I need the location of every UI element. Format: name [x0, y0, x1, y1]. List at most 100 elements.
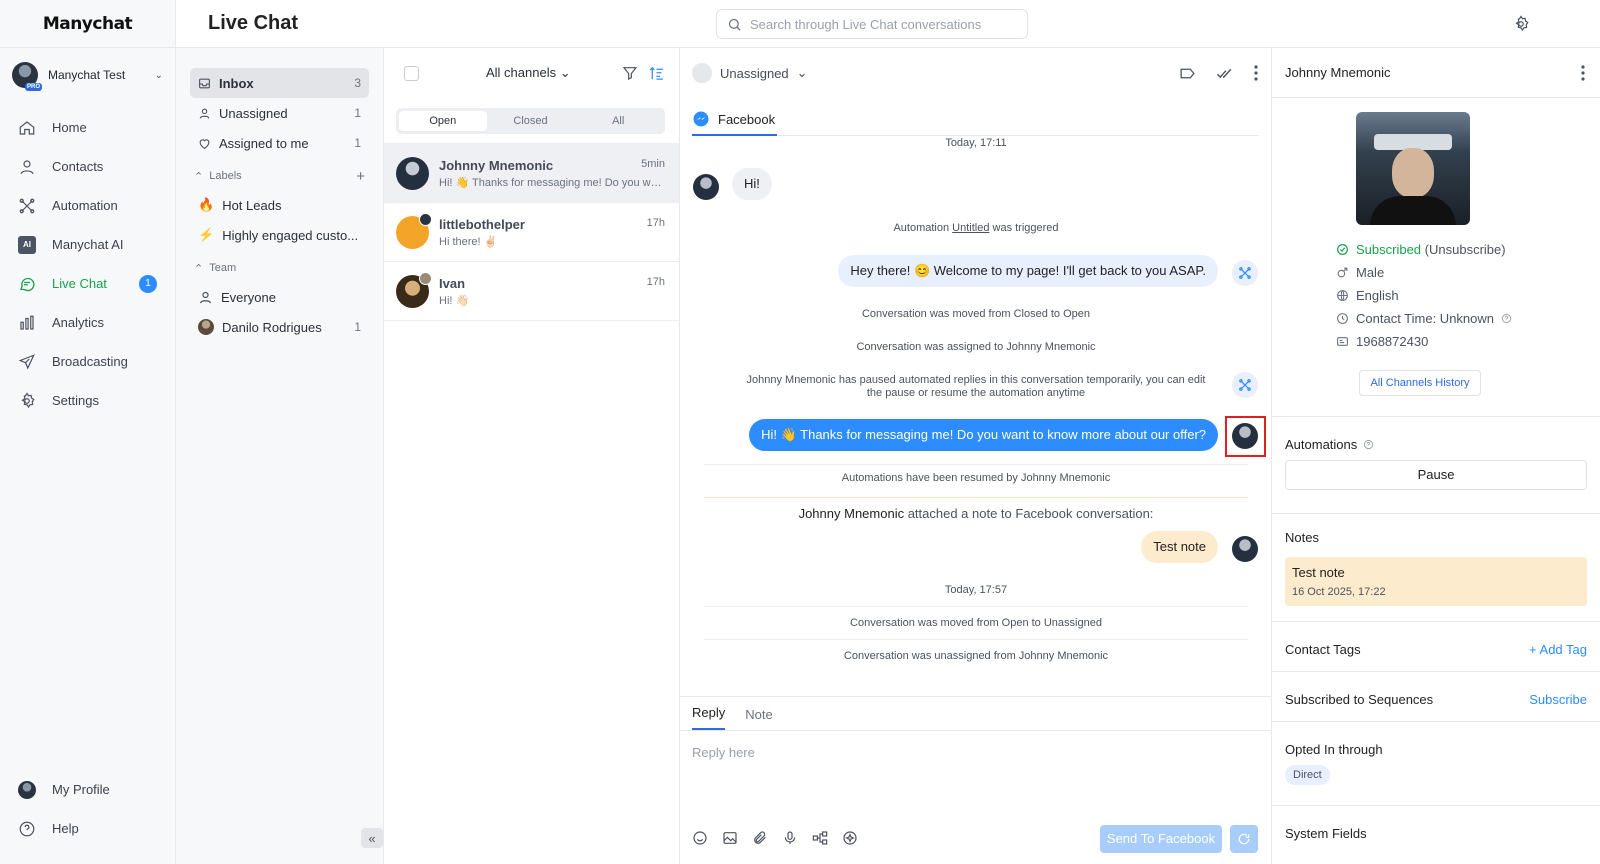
chevron-down-icon: ⌄: [796, 65, 808, 80]
segment-all[interactable]: All: [574, 111, 662, 131]
account-name: Manychat Test: [48, 68, 126, 82]
note-card[interactable]: Test note 16 Oct 2025, 17:22: [1285, 557, 1587, 606]
sort-icon[interactable]: [648, 65, 665, 82]
tab-reply[interactable]: Reply: [692, 705, 726, 730]
assignee-dropdown[interactable]: Unassigned ⌄: [692, 63, 808, 83]
folder-unassigned[interactable]: Unassigned 1: [190, 98, 369, 128]
add-tag-button[interactable]: + Add Tag: [1529, 642, 1587, 657]
checkmark-done-icon[interactable]: [1216, 65, 1233, 82]
nav-home-label: Home: [52, 120, 87, 135]
brand-logo[interactable]: Manychat: [0, 0, 175, 48]
nav-manychat-ai[interactable]: AI Manychat AI: [0, 225, 175, 264]
label-highly-engaged[interactable]: ⚡ Highly engaged custo...: [190, 220, 369, 250]
conversation-item[interactable]: littlebothelper 17h Hi there! ✌🏻: [384, 203, 679, 262]
nav-settings[interactable]: Settings: [0, 381, 175, 420]
attachment-icon[interactable]: [752, 830, 768, 846]
emoji-icon[interactable]: [692, 830, 708, 846]
gender-value: Male: [1356, 265, 1385, 280]
unsubscribe-link[interactable]: (Unsubscribe): [1425, 242, 1506, 257]
reply-input[interactable]: Reply here: [692, 745, 755, 760]
send-options-button[interactable]: [1230, 825, 1258, 853]
flow-icon[interactable]: [812, 830, 828, 846]
filter-icon[interactable]: [622, 65, 638, 81]
sys-text: the pause or resume the automation anyti…: [866, 387, 1086, 399]
folder-inbox[interactable]: Inbox 3: [190, 68, 369, 98]
settings-icon: [21, 391, 35, 408]
subscribe-sequence-button[interactable]: Subscribe: [1529, 692, 1587, 707]
inbox-folders: Inbox 3 Unassigned 1 Assigned to me 1 ⌃ …: [176, 48, 384, 864]
automation-link[interactable]: Untitled: [952, 222, 989, 234]
ai-icon: AI: [18, 235, 36, 254]
nav-home[interactable]: Home: [0, 108, 175, 147]
sequences-section: Subscribed to Sequences Subscribe: [1272, 671, 1600, 721]
assignee-mini-avatar: [419, 212, 432, 226]
select-all-checkbox[interactable]: [404, 65, 419, 81]
channel-tabs: Facebook: [692, 104, 1259, 136]
sys-text: was triggered: [989, 222, 1059, 234]
nav-automation[interactable]: Automation: [0, 186, 175, 225]
nav-help[interactable]: Help: [0, 809, 175, 848]
system-fields-title: System Fields: [1285, 826, 1367, 841]
team-danilo-rodrigues[interactable]: Danilo Rodrigues 1: [190, 312, 369, 342]
microphone-icon[interactable]: [782, 830, 798, 846]
folder-assigned-to-me[interactable]: Assigned to me 1: [190, 128, 369, 158]
collapse-sidebar-button[interactable]: «: [361, 828, 383, 848]
outgoing-message: Hi! 👋 Thanks for messaging me! Do you wa…: [749, 419, 1218, 451]
assignee-label: Unassigned: [720, 65, 789, 81]
agent-avatar: [1232, 536, 1258, 562]
chevron-down-icon: ⌄: [154, 69, 163, 81]
all-channels-history-button[interactable]: All Channels History: [1359, 370, 1481, 396]
folder-assigned-label: Assigned to me: [219, 135, 309, 151]
conversation-preview: Hi! 👋 Thanks for messaging me! Do you wa…: [439, 176, 665, 189]
main-sidebar: Manychat PRO Manychat Test ⌄ Home Contac…: [0, 0, 176, 864]
nav-manychat-ai-label: Manychat AI: [52, 237, 124, 252]
automations-section: Automations Pause: [1272, 416, 1600, 504]
label-tag-icon[interactable]: [1179, 65, 1196, 82]
add-label-icon[interactable]: +: [356, 168, 365, 185]
help-circle-icon[interactable]: [1363, 439, 1374, 450]
help-circle-icon[interactable]: [1501, 313, 1512, 324]
segment-closed[interactable]: Closed: [487, 111, 575, 131]
label-hot-leads[interactable]: 🔥 Hot Leads: [190, 190, 369, 220]
nav-analytics[interactable]: Analytics: [0, 303, 175, 342]
conversation-item[interactable]: Johnny Mnemonic 5min Hi! 👋 Thanks for mes…: [384, 144, 679, 203]
account-switcher[interactable]: PRO Manychat Test ⌄: [0, 48, 175, 98]
gender-row: Male: [1336, 261, 1512, 284]
contact-id-value: 1968872430: [1356, 334, 1429, 349]
nav-broadcasting[interactable]: Broadcasting: [0, 342, 175, 381]
contacts-icon: [20, 159, 34, 174]
send-button[interactable]: Send To Facebook: [1100, 825, 1222, 853]
gear-icon[interactable]: [1512, 15, 1530, 33]
refresh-icon: [1238, 833, 1250, 845]
channels-dropdown[interactable]: All channels ⌄: [486, 65, 571, 81]
labels-section-header[interactable]: ⌃ Labels +: [190, 162, 369, 190]
subscribed-label: Subscribed: [1356, 242, 1422, 257]
chevron-up-icon: ⌃: [194, 170, 204, 183]
team-section-header[interactable]: ⌃ Team: [190, 254, 369, 282]
team-member-avatar: [198, 319, 214, 335]
tab-facebook[interactable]: Facebook: [692, 104, 778, 136]
pause-automation-button[interactable]: Pause: [1285, 460, 1587, 490]
more-vertical-icon[interactable]: [1253, 65, 1259, 81]
ai-sparkle-icon[interactable]: [842, 830, 858, 846]
team-everyone[interactable]: Everyone: [190, 282, 369, 312]
check-circle-icon: [1337, 244, 1348, 255]
page-title: Live Chat: [208, 12, 299, 34]
sys-text: Johnny Mnemonic has paused automated rep…: [746, 374, 1206, 386]
note-text: Test note: [1292, 565, 1345, 580]
team-title: Team: [209, 262, 237, 274]
segment-open[interactable]: Open: [399, 111, 487, 131]
conversation-item[interactable]: Ivan 17h Hi! 👋🏻: [384, 262, 679, 321]
top-header: Live Chat Search through Live Chat conve…: [176, 0, 1600, 48]
more-vertical-icon[interactable]: [1580, 64, 1586, 81]
image-icon[interactable]: [722, 830, 738, 846]
conversation-list: All channels ⌄ Open Closed All Johnny Mn…: [384, 48, 680, 864]
channels-label: All channels: [486, 65, 557, 80]
nav-live-chat[interactable]: Live Chat 1: [0, 264, 175, 303]
tab-note[interactable]: Note: [745, 707, 772, 730]
nav-help-label: Help: [52, 821, 79, 836]
search-input[interactable]: Search through Live Chat conversations: [716, 9, 1028, 39]
nav-my-profile[interactable]: My Profile: [0, 770, 175, 809]
nav-contacts[interactable]: Contacts: [0, 147, 175, 186]
opted-in-section: Opted In through Direct: [1272, 721, 1600, 805]
